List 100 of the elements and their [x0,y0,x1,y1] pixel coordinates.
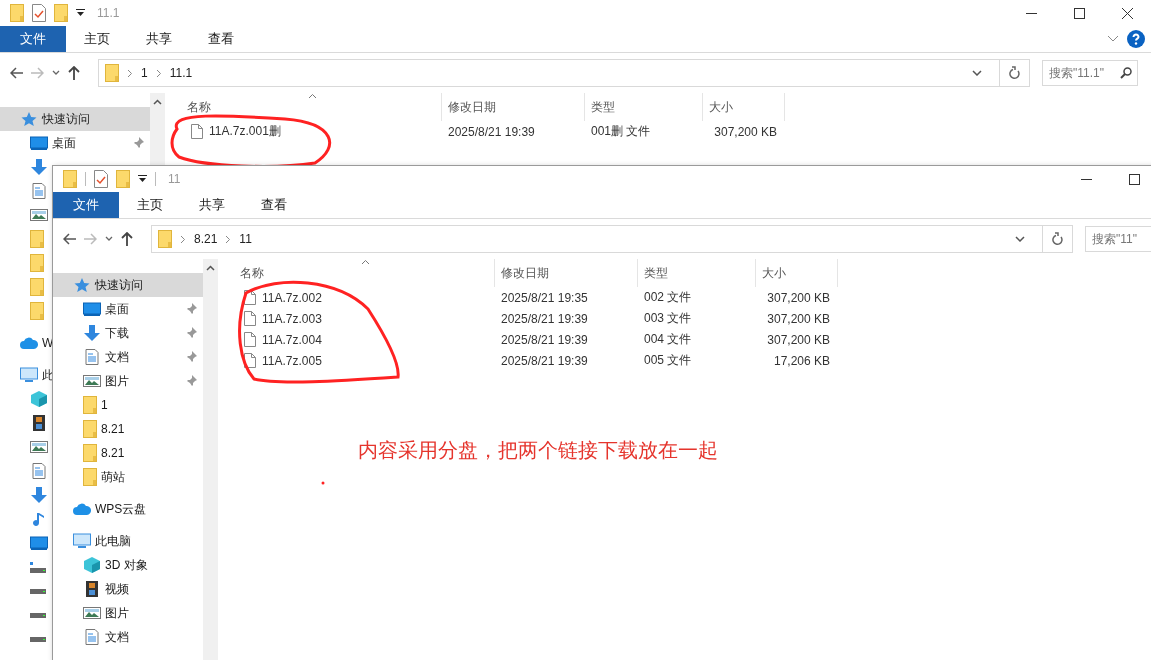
nav-item[interactable]: 萌站 [53,465,125,489]
maximize-icon[interactable] [1128,173,1140,185]
file-size: 307,200 KB [766,290,831,305]
column-header[interactable]: 类型 [585,93,703,121]
nav-item[interactable]: 下载 [53,321,203,345]
dropdown-icon[interactable] [138,175,147,183]
nav-item[interactable]: 文档 [53,345,203,369]
column-header[interactable]: 大小 [756,259,838,287]
column-header[interactable]: 大小 [703,93,785,121]
ribbon-tab[interactable]: 共享 [128,26,190,52]
ribbon-tab[interactable]: 文件 [53,192,119,218]
ribbon-tab[interactable]: 主页 [119,192,181,218]
breadcrumb[interactable]: 8.21 [194,232,218,246]
column-header[interactable]: 修改日期 [495,259,638,287]
history-caret-icon[interactable] [1015,236,1025,242]
address-bar[interactable]: 1 11.1 [98,59,1030,87]
breadcrumb[interactable]: 1 [141,66,148,80]
picture-icon [30,207,48,223]
back-arrow-icon[interactable] [63,233,76,245]
nav-item[interactable]: 视频 [53,577,129,601]
ribbon-tab[interactable]: 文件 [0,26,66,52]
address-bar[interactable]: 8.21 11 [151,225,1073,253]
history-caret-icon[interactable] [972,70,982,76]
modified-date: 2025/8/21 19:39 [447,124,536,139]
expand-ribbon-icon[interactable] [1107,35,1119,43]
back-arrow-icon[interactable] [10,67,23,79]
column-header[interactable]: 名称 [165,93,442,121]
file-type: 002 文件 [643,289,693,306]
nav-item[interactable]: 8.21 [53,441,125,465]
folder-icon [105,64,119,82]
refresh-icon[interactable] [1008,66,1021,80]
download-arrow-icon [30,487,48,503]
nav-item[interactable]: 8.21 [53,417,125,441]
file-size: 17,206 KB [772,353,831,368]
chevron-icon[interactable] [127,68,133,78]
nav-item[interactable]: 快速访问 [53,273,203,297]
help-icon[interactable] [1127,30,1145,48]
column-header[interactable]: 名称 [218,259,495,287]
breadcrumb[interactable]: 11.1 [169,66,193,80]
folder-icon [63,170,77,188]
maximize-icon[interactable] [1073,7,1085,19]
nav-item[interactable]: WPS云盘 [53,497,147,521]
star-icon [73,277,91,293]
nav-item[interactable]: 3D 对象 [53,553,148,577]
document-icon [83,629,101,645]
nav-item[interactable]: 桌面 [53,297,203,321]
new-folder-icon [116,170,130,188]
column-header[interactable]: 修改日期 [442,93,585,121]
file-name[interactable]: 11A.7z.002 [262,290,322,305]
folder-icon [10,4,24,22]
ribbon-tab[interactable]: 查看 [243,192,305,218]
nav-item[interactable]: 图片 [53,601,129,625]
pin-icon [185,351,197,363]
pin-icon [185,375,197,387]
nav-item[interactable]: 快速访问 [0,107,150,131]
properties-icon[interactable] [32,4,46,22]
file-type: 003 文件 [643,310,693,327]
chevron-icon[interactable] [155,68,162,78]
folder-icon [30,254,44,272]
file-icon [191,124,203,139]
ribbon-tab[interactable]: 共享 [181,192,243,218]
file-name[interactable]: 11A.7z.003 [262,311,322,326]
file-type: 001删 文件 [590,123,652,140]
chevron-icon[interactable] [225,234,232,244]
close-icon[interactable] [1121,7,1133,19]
nav-item[interactable]: 文档 [53,625,129,649]
recent-caret-icon[interactable] [52,70,60,76]
drive-icon [30,588,46,594]
dropdown-icon[interactable] [76,9,85,17]
search-icon[interactable] [1120,67,1132,79]
ribbon-tab[interactable]: 查看 [190,26,252,52]
nav-item[interactable]: 图片 [53,369,203,393]
recent-caret-icon[interactable] [105,236,113,242]
modified-date: 2025/8/21 19:39 [500,311,589,326]
chevron-icon[interactable] [180,234,186,244]
file-name[interactable]: 11A.7z.001删 [209,123,281,140]
up-arrow-icon[interactable] [68,66,80,80]
refresh-icon[interactable] [1051,232,1064,246]
scroll-up-icon[interactable] [206,265,215,271]
picture-icon [30,439,48,455]
search-field[interactable]: 搜索"11" [1085,226,1151,252]
column-header[interactable]: 类型 [638,259,756,287]
nav-item[interactable]: 1 [53,393,108,417]
file-name[interactable]: 11A.7z.005 [262,353,322,368]
ribbon-tab[interactable]: 主页 [66,26,128,52]
modified-date: 2025/8/21 19:39 [500,332,589,347]
folder-icon [30,302,44,320]
nav-item[interactable]: 此电脑 [53,529,131,553]
properties-icon[interactable] [94,170,108,188]
file-name[interactable]: 11A.7z.004 [262,332,322,347]
cloud-icon [20,335,38,351]
scroll-up-icon[interactable] [153,99,162,105]
cube-icon [83,557,101,573]
up-arrow-icon[interactable] [121,232,133,246]
nav-item[interactable]: 桌面 [0,131,150,155]
breadcrumb[interactable]: 11 [239,232,252,246]
minimize-icon[interactable] [1080,178,1092,180]
folder-icon [158,230,172,248]
search-field[interactable]: 搜索"11.1" [1042,60,1138,86]
minimize-icon[interactable] [1025,12,1037,14]
